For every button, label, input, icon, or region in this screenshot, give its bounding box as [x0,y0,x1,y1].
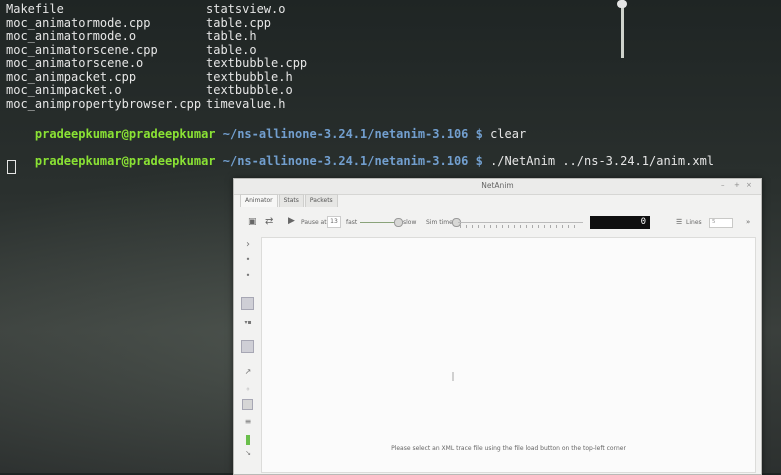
grid-toggle-icon[interactable] [241,297,254,310]
packet-filter-icon[interactable]: ≡ [242,417,254,426]
file-name: textbubble.o [206,83,293,97]
node-size-icon[interactable]: ▾▪ [242,319,254,326]
minimize-button[interactable]: – [721,181,725,189]
slow-label: slow [403,219,417,226]
tab-stats[interactable]: Stats [278,194,304,207]
prompt-user: pradeepkumar@pradeepkumar [34,126,216,141]
sim-time-value: 0 [640,217,646,227]
file-name: moc_animatorscene.cpp [6,42,158,57]
fast-label: fast [346,219,358,226]
battery-icon[interactable] [246,435,250,445]
file-open-icon[interactable]: ▣ [248,217,257,227]
netanim-window[interactable]: NetAnim – + × Animator Stats Packets ▣ ⇄… [233,178,762,475]
pause-at-input[interactable]: 13 [327,216,341,228]
sim-time-ticks [460,225,580,228]
animation-canvas[interactable]: Please select an XML trace file using th… [261,237,756,473]
file-name: textbubble.cpp [206,56,308,70]
tab-bar: Animator Stats Packets [240,194,339,207]
canvas-marker [452,372,454,381]
window-title: NetAnim [481,181,514,190]
file-name: table.cpp [206,15,272,30]
file-listing-row: moc_animatorscene.o textbubble.cpp [6,56,308,71]
animator-sidebar: › • • ▾▪ ↗ ◦ ≡ ↘ [238,235,258,471]
pause-at-label: Pause at [301,219,327,226]
animator-toolbar: ▣ ⇄ ▶ Pause at 13 fast slow Sim time 0 ☰… [238,213,757,233]
file-name: Makefile [6,2,64,16]
file-name: moc_animpacket.o [6,83,122,97]
file-name: table.h [206,29,257,43]
lines-spinbox[interactable]: 5 [709,218,733,228]
file-name: moc_animpropertybrowser.cpp [6,96,202,111]
terminal-window[interactable]: Makefile statsview.o moc_animatormode.cpp t… [0,0,781,175]
file-name: moc_animpacket.cpp [6,69,137,84]
prompt-user: pradeepkumar@pradeepkumar [34,153,216,168]
prompt-path: ~/ns-allinone-3.24.1/netanim-3.106 $ [215,126,483,141]
file-listing-row: moc_animpacket.o textbubble.o [6,83,307,98]
reload-icon[interactable]: ⇄ [265,216,273,227]
file-listing-row: moc_animatorscene.cpp table.o [6,42,307,58]
file-name: moc_animatormode.cpp [6,15,151,30]
file-name: moc_animatormode.o [6,29,137,43]
speed-slider-handle[interactable] [394,218,403,227]
metadata-icon[interactable] [242,399,253,410]
file-listing-row: Makefile statsview.o [6,2,307,17]
link-icon[interactable]: ◦ [242,385,254,394]
sim-time-label: Sim time [426,219,453,226]
prompt-path: ~/ns-allinone-3.24.1/netanim-3.106 $ [215,153,483,168]
canvas-message: Please select an XML trace file using th… [391,445,626,452]
file-listing-row: moc_animatormode.o table.h [6,29,307,44]
sim-time-display: 0 [590,216,650,229]
show-ip-icon[interactable] [241,340,254,353]
file-listing-row: moc_animpropertybrowser.cpp timevalue.h [6,96,307,112]
lines-icon: ☰ [676,218,683,226]
tab-packets[interactable]: Packets [304,194,338,207]
terminal-scrollbar-thumb[interactable] [617,0,627,8]
file-name: timevalue.h [206,96,286,111]
file-name: moc_animatorscene.o [6,56,144,70]
show-mac-icon[interactable]: ↗ [242,367,254,376]
lines-label: Lines [686,219,702,226]
file-name: statsview.o [206,2,286,16]
play-icon[interactable]: ▶ [288,216,295,226]
window-titlebar[interactable]: NetAnim – + × [234,179,761,195]
file-name: textbubble.h [206,69,293,84]
toolbar-overflow-button[interactable]: » [746,218,750,226]
expand-icon[interactable]: › [242,239,254,250]
arrow-icon[interactable]: ↘ [242,449,254,457]
file-name: table.o [206,42,257,57]
terminal-scrollbar[interactable] [621,0,624,58]
close-button[interactable]: × [746,181,752,189]
sim-time-slider[interactable] [458,222,583,223]
tab-animator[interactable]: Animator [240,194,278,207]
zoom-in-icon[interactable]: • [242,255,254,264]
file-listing: Makefile statsview.o moc_animatormode.cpp t… [6,2,308,112]
prompt-command: clear [482,126,527,141]
terminal-prompt-netanim: pradeepkumar@pradeepkumar ~/ns-allinone-… [6,141,714,182]
terminal-cursor [7,160,16,174]
file-listing-row: moc_animpacket.cpp textbubble.h [6,69,307,85]
zoom-out-icon[interactable]: • [242,271,254,280]
file-listing-row: moc_animatormode.cpp table.cpp [6,15,307,31]
maximize-button[interactable]: + [734,181,740,189]
prompt-command: ./NetAnim ../ns-3.24.1/anim.xml [482,153,715,168]
